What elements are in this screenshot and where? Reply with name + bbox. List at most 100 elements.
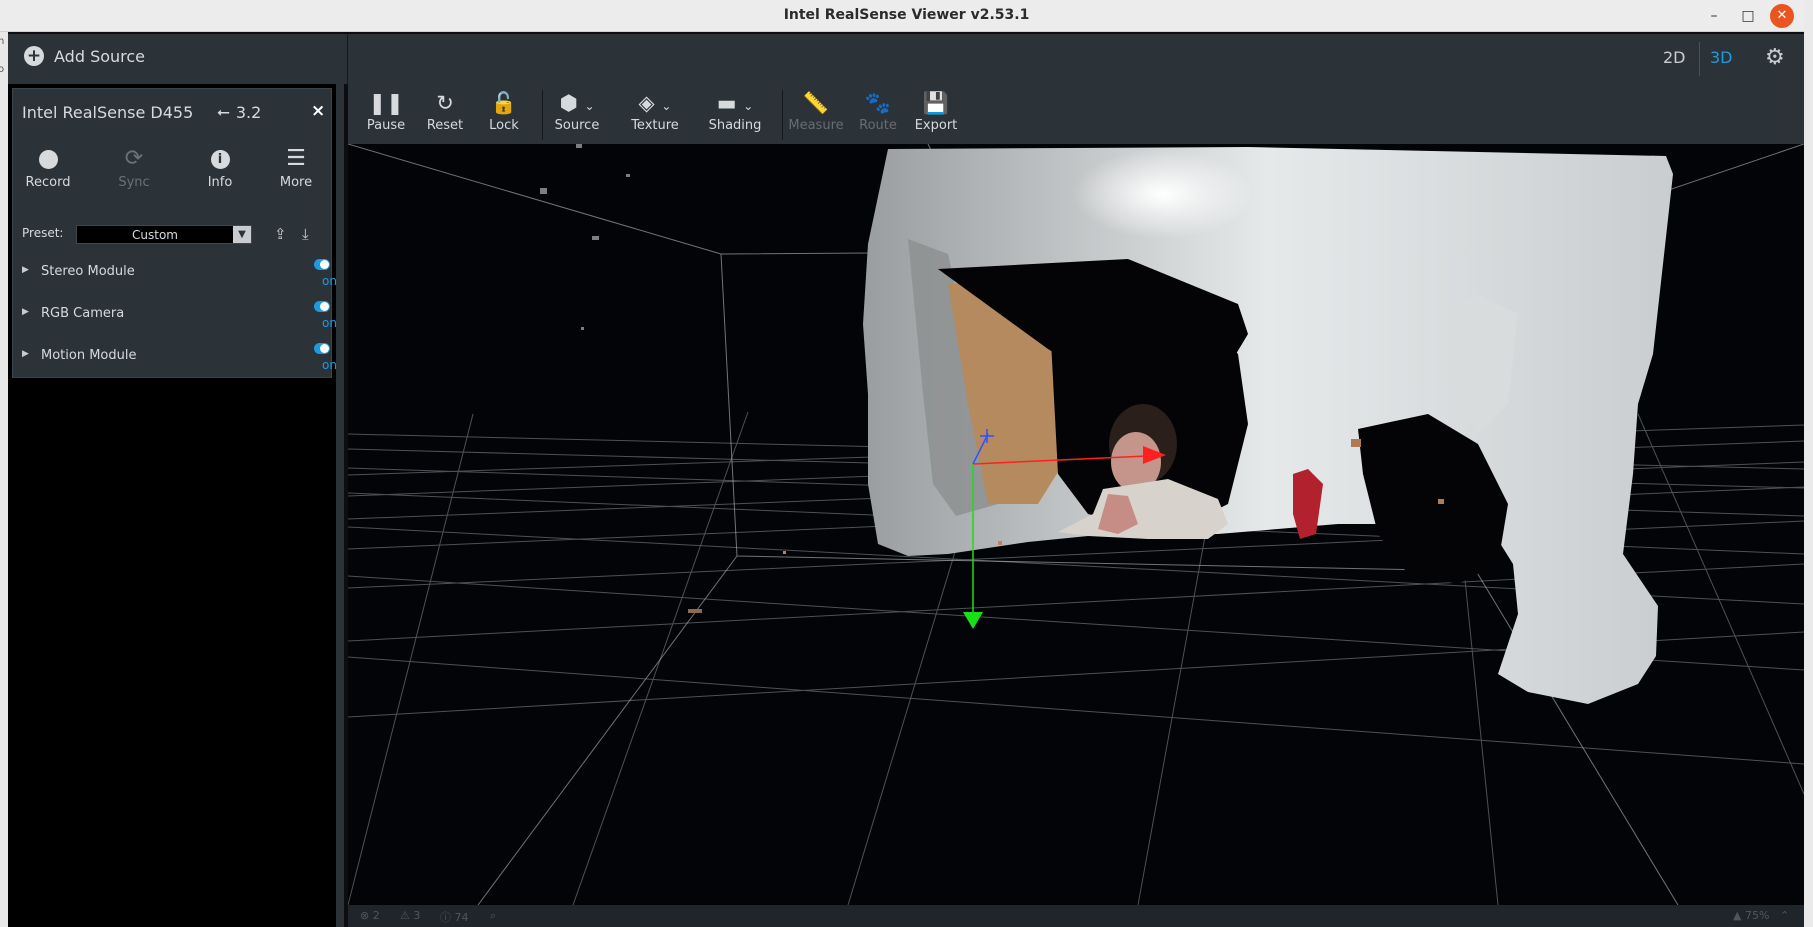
usb-version: 3.2 [235, 102, 262, 122]
source-dropdown[interactable]: ⬢ ⌄ Source [546, 90, 608, 133]
view-3d-button[interactable]: 3D [1710, 48, 1733, 67]
module-state: on [322, 316, 337, 330]
warning-count-value: 3 [413, 909, 421, 922]
remove-device-button[interactable]: × [311, 101, 325, 121]
add-source-button[interactable]: + Add Source [24, 46, 145, 66]
viewer-toolbar: ❚❚ Pause ↻ Reset 🔓 Lock ⬢ ⌄ Source ◈ ⌄ T… [348, 84, 1804, 144]
paw-icon: 🐾 [864, 91, 892, 115]
toolbar-separator [782, 90, 783, 140]
module-rgb-camera[interactable]: ▶ RGB Camera on [22, 301, 337, 331]
sync-icon: ⟳ [124, 146, 144, 171]
export-label: Export [914, 118, 958, 133]
route-button[interactable]: 🐾 Route [856, 90, 900, 133]
usb-icon: ⭠ [217, 102, 230, 121]
view-2d-button[interactable]: 2D [1663, 48, 1686, 67]
point-cloud [863, 147, 1673, 704]
record-icon [13, 145, 83, 175]
module-label: RGB Camera [41, 306, 125, 321]
download-preset-icon[interactable]: ⤓ [302, 225, 309, 243]
module-label: Motion Module [41, 348, 137, 363]
3d-viewport[interactable] [348, 144, 1804, 905]
pause-label: Pause [366, 118, 406, 133]
module-state: on [322, 274, 337, 288]
window-titlebar: Intel RealSense Viewer v2.53.1 – □ ✕ [0, 0, 1813, 32]
red-object-point-cloud [1293, 469, 1323, 539]
module-toggle[interactable] [314, 259, 330, 270]
settings-gear-icon[interactable]: ⚙ [1765, 45, 1785, 70]
minimize-button[interactable]: – [1702, 4, 1726, 28]
close-window-button[interactable]: ✕ [1770, 4, 1794, 28]
sidebar-scrollbar[interactable] [336, 84, 344, 927]
texture-dropdown[interactable]: ◈ ⌄ Texture [624, 90, 686, 133]
device-name: Intel RealSense D455 [22, 103, 194, 122]
reset-label: Reset [426, 118, 464, 133]
shading-label: Shading [708, 118, 762, 133]
record-label: Record [25, 175, 71, 190]
module-toggle[interactable] [314, 301, 330, 312]
texture-label: Texture [631, 118, 679, 133]
add-source-label: Add Source [54, 46, 146, 66]
paint-roller-icon: ▬ ⌄ [716, 91, 754, 115]
ruler-icon: 📏 [802, 91, 830, 115]
record-button[interactable]: Record [13, 145, 83, 190]
background-text-fragment: n [0, 36, 5, 47]
module-motion[interactable]: ▶ Motion Module on [22, 343, 337, 373]
window-title: Intel RealSense Viewer v2.53.1 [783, 7, 1030, 23]
preset-dropdown[interactable]: Custom ▼ [76, 225, 252, 244]
collapse-chevron-icon[interactable]: ⌃ [1780, 909, 1789, 922]
module-label: Stereo Module [41, 264, 135, 279]
sync-button[interactable]: ⟳ Sync [99, 145, 169, 190]
menu-icon: ☰ [286, 146, 306, 171]
zoom-indicator: ▲ 75% [1733, 909, 1770, 922]
export-button[interactable]: 💾 Export [911, 90, 961, 133]
app-header: + Add Source 2D 3D ⚙ [8, 34, 1804, 84]
zoom-value: 75% [1744, 909, 1770, 922]
info-count[interactable]: ⓘ 74 [440, 909, 469, 925]
maximize-button[interactable]: □ [1736, 4, 1760, 28]
chevron-down-icon: ⌄ [743, 99, 754, 113]
lock-label: Lock [489, 118, 519, 133]
pause-button[interactable]: ❚❚ Pause [364, 90, 408, 133]
dropdown-arrow-icon: ▼ [233, 226, 251, 243]
measure-button[interactable]: 📏 Measure [785, 90, 847, 133]
upload-preset-icon[interactable]: ⇪ [274, 225, 287, 243]
background-text-fragment: o [0, 64, 5, 75]
chevron-down-icon: ⌄ [661, 99, 672, 113]
info-count-value: 74 [454, 911, 469, 924]
mode-divider [1699, 42, 1700, 76]
route-label: Route [859, 118, 897, 133]
expand-arrow-icon[interactable]: ▶ [22, 265, 29, 275]
measure-label: Measure [788, 118, 844, 133]
info-button[interactable]: i Info [185, 145, 255, 190]
preset-label: Preset: [22, 226, 64, 240]
background-window-edge: n o [0, 32, 8, 927]
more-label: More [279, 175, 313, 190]
preset-value: Custom [132, 228, 178, 242]
search-icon[interactable]: ⌕ [490, 909, 496, 923]
shading-dropdown[interactable]: ▬ ⌄ Shading [703, 90, 767, 133]
source-label: Source [554, 118, 600, 133]
more-button[interactable]: ☰ More [270, 145, 322, 190]
expand-arrow-icon[interactable]: ▶ [22, 349, 29, 359]
lock-button[interactable]: 🔓 Lock [482, 90, 526, 133]
warning-count[interactable]: ⚠ 3 [400, 909, 420, 922]
module-toggle[interactable] [314, 343, 330, 354]
expand-arrow-icon[interactable]: ▶ [22, 307, 29, 317]
chevron-down-icon: ⌄ [584, 99, 595, 113]
reset-button[interactable]: ↻ Reset [423, 90, 467, 133]
y-axis-arrow-icon [963, 612, 983, 629]
info-label: Info [207, 175, 233, 190]
module-stereo[interactable]: ▶ Stereo Module on [22, 259, 337, 289]
point-cloud-scene[interactable] [348, 144, 1804, 905]
header-divider [347, 34, 348, 84]
lock-icon: 🔓 [490, 91, 518, 115]
reset-icon: ↻ [436, 91, 454, 115]
save-icon: 💾 [922, 91, 950, 115]
info-icon: i [185, 145, 255, 175]
error-count[interactable]: ⊗ 2 [360, 909, 380, 922]
device-panel: Intel RealSense D455 ⭠ 3.2 × Record ⟳ Sy… [12, 88, 337, 378]
cube-icon: ⬢ ⌄ [559, 91, 595, 115]
toolbar-separator [542, 90, 543, 140]
paint-bucket-icon: ◈ ⌄ [638, 91, 672, 115]
pause-icon: ❚❚ [368, 91, 404, 115]
